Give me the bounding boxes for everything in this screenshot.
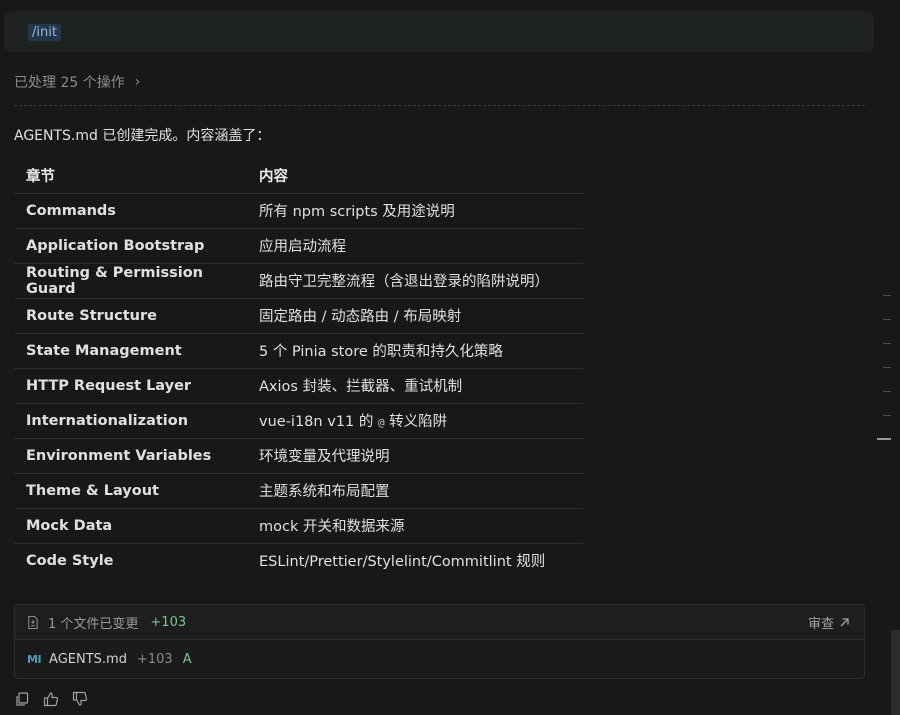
chevron-right-icon: › — [134, 74, 141, 90]
table-row: Commands 所有 npm scripts 及用途说明 — [14, 193, 583, 229]
content-cell: 5 个 Pinia store 的职责和持久化策略 — [247, 333, 583, 369]
message-actions — [14, 691, 88, 707]
table-row: HTTP Request Layer Axios 封装、拦截器、重试机制 — [14, 368, 583, 404]
section-cell: Code Style — [26, 552, 114, 569]
content-cell: 环境变量及代理说明 — [247, 438, 583, 474]
additions-count: +103 — [150, 614, 187, 630]
section-cell: Environment Variables — [14, 438, 247, 474]
section-cell: Application Bootstrap — [14, 228, 247, 264]
section-cell: Commands — [14, 193, 247, 229]
content-cell: vue-i18n v11 的 @ 转义陷阱 — [247, 403, 583, 439]
arrow-up-right-icon — [840, 617, 849, 626]
content-cell: 所有 npm scripts 及用途说明 — [247, 193, 583, 229]
content-cell: 固定路由 / 动态路由 / 布局映射 — [247, 298, 583, 334]
contents-table: 章节 内容 Commands 所有 npm scripts 及用途说明 Appl… — [14, 158, 583, 578]
divider — [14, 105, 865, 106]
content-cell: 路由守卫完整流程（含退出登录的陷阱说明） — [247, 263, 583, 299]
command-text: /init — [28, 24, 61, 41]
response-intro: AGENTS.md 已创建完成。内容涵盖了： — [14, 128, 271, 144]
section-cell: Theme & Layout — [14, 473, 247, 509]
table-row: Internationalization vue-i18n v11 的 @ 转义… — [14, 403, 583, 439]
file-diff-icon — [28, 615, 38, 629]
thumbs-down-icon[interactable] — [72, 691, 88, 707]
table-row: Environment Variables 环境变量及代理说明 — [14, 438, 583, 474]
markdown-file-icon: MI — [27, 652, 42, 666]
table-row: Mock Data mock 开关和数据来源 — [14, 508, 583, 544]
copy-icon[interactable] — [14, 691, 30, 707]
content-cell: 应用启动流程 — [247, 228, 583, 264]
content-cell: Axios 封装、拦截器、重试机制 — [247, 368, 583, 404]
minimap-mark — [883, 343, 891, 344]
content-cell: mock 开关和数据来源 — [247, 508, 583, 544]
minimap-mark — [883, 319, 891, 320]
file-status-added: A — [182, 651, 192, 667]
file-additions: +103 — [136, 651, 173, 667]
header-content: 内容 — [247, 158, 583, 194]
table-row: Application Bootstrap 应用启动流程 — [14, 228, 583, 264]
section-cell: HTTP Request Layer — [14, 368, 247, 404]
content-text: vue-i18n v11 的 — [259, 414, 378, 430]
review-label: 审查 — [807, 616, 834, 632]
processed-actions-toggle[interactable]: 已处理 25 个操作 › — [14, 72, 140, 92]
review-button[interactable]: 审查 — [808, 613, 850, 632]
inline-code: @ — [377, 416, 385, 429]
table-row: Theme & Layout 主题系统和布局配置 — [14, 473, 583, 509]
table-header-row: 章节 内容 — [14, 158, 583, 194]
scrollbar-thumb[interactable] — [891, 630, 900, 715]
section-cell: State Management — [14, 333, 247, 369]
minimap-mark — [883, 295, 891, 296]
section-cell: Mock Data — [14, 508, 247, 544]
thumbs-up-icon[interactable] — [43, 691, 59, 707]
changed-file-row[interactable]: MI AGENTS.md +103 A — [15, 640, 864, 678]
file-changes-header: 1 个文件已变更 +103 审查 — [15, 605, 864, 640]
file-name: AGENTS.md — [49, 651, 127, 667]
content-text: 转义陷阱 — [384, 414, 448, 430]
table-row: Routing & Permission Guard 路由守卫完整流程（含退出登… — [14, 263, 583, 299]
header-section: 章节 — [14, 158, 247, 194]
table-row: State Management 5 个 Pinia store 的职责和持久化… — [14, 333, 583, 369]
content-cell: 主题系统和布局配置 — [247, 473, 583, 509]
chat-panel: /init 已处理 25 个操作 › AGENTS.md 已创建完成。内容涵盖了… — [0, 0, 900, 715]
section-cell: Routing & Permission Guard — [14, 263, 247, 299]
minimap-mark — [883, 367, 891, 368]
processed-label: 已处理 25 个操作 — [14, 75, 125, 91]
table-row: Code Style ESLint/Prettier/Stylelint/Com… — [14, 543, 583, 578]
section-cell: Route Structure — [14, 298, 247, 334]
minimap-mark — [883, 391, 891, 392]
table-row: Route Structure 固定路由 / 动态路由 / 布局映射 — [14, 298, 583, 334]
minimap-mark-active[interactable] — [877, 438, 891, 440]
section-cell: Internationalization — [14, 403, 247, 439]
minimap-mark — [883, 415, 891, 416]
user-command-message: /init — [4, 11, 874, 52]
content-cell: ESLint/Prettier/Stylelint/Commitlint 规则 — [259, 554, 546, 571]
changes-summary: 1 个文件已变更 — [48, 616, 139, 632]
file-changes-card: 1 个文件已变更 +103 审查 MI AGENTS.md +103 A — [14, 604, 865, 679]
